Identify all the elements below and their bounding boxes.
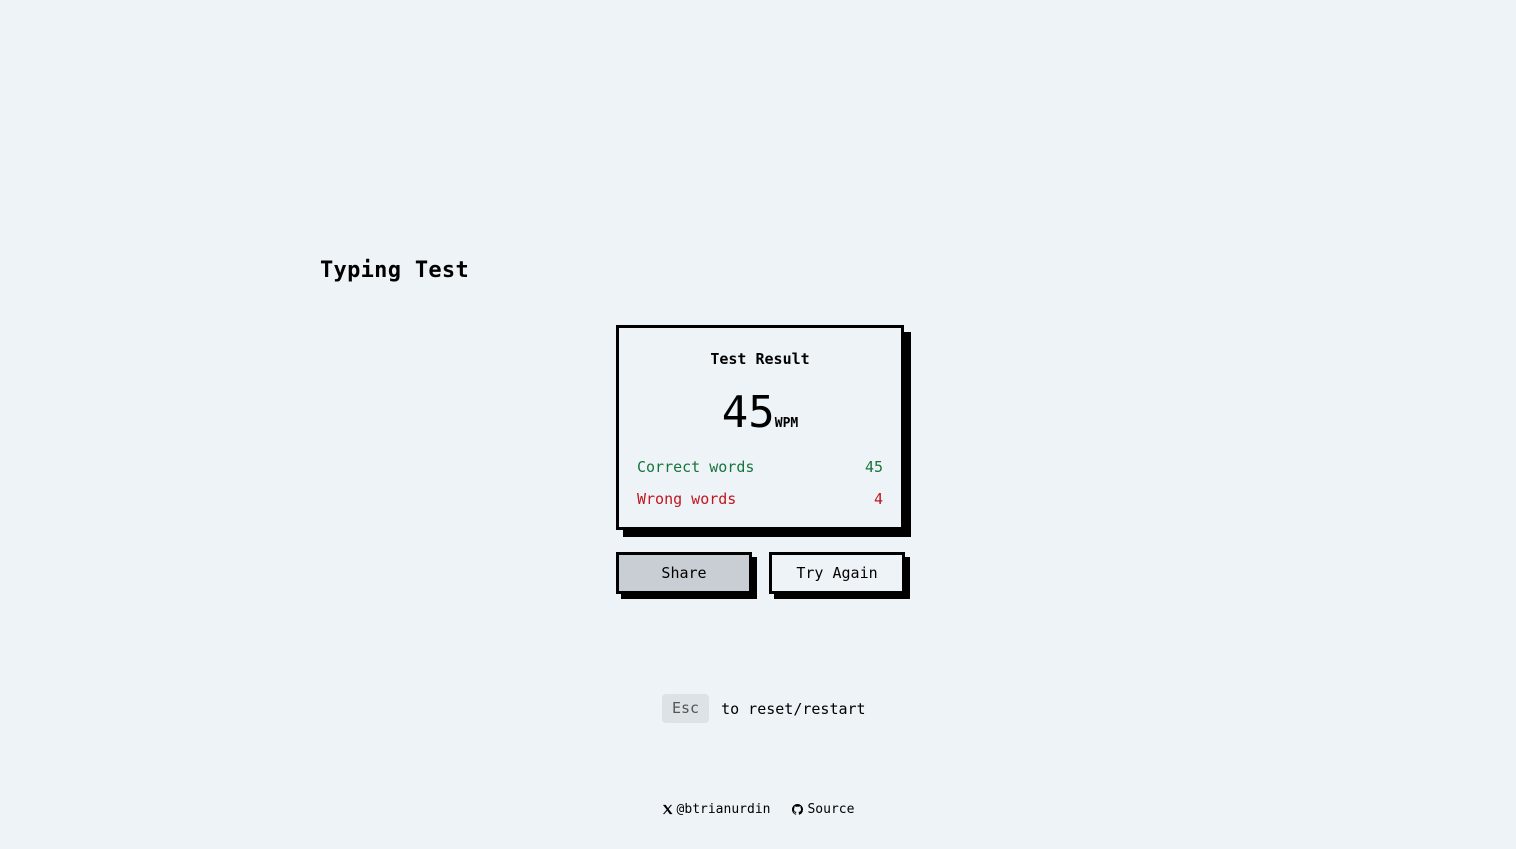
reset-hint-text: to reset/restart [721, 699, 866, 718]
footer: @btrianurdin Source [0, 802, 1516, 817]
source-link[interactable]: Source [792, 802, 854, 817]
wpm-unit: WPM [774, 416, 799, 431]
try-again-button[interactable]: Try Again [769, 552, 905, 594]
x-logo-icon [662, 804, 673, 815]
twitter-link[interactable]: @btrianurdin [662, 802, 771, 817]
wrong-words-row: Wrong words 4 [637, 490, 883, 508]
share-button[interactable]: Share [616, 552, 752, 594]
app-title: Typing Test [320, 258, 469, 283]
result-title: Test Result [710, 350, 810, 368]
wrong-words-value: 4 [873, 490, 883, 508]
page: Typing Test Test Result 45WPM Correct wo… [0, 0, 1516, 849]
github-icon [792, 804, 804, 815]
wrong-words-label: Wrong words [637, 490, 737, 508]
result-card: Test Result 45WPM Correct words 45 Wrong… [616, 325, 904, 530]
twitter-handle: @btrianurdin [676, 802, 771, 817]
correct-words-label: Correct words [637, 458, 755, 476]
correct-words-row: Correct words 45 [637, 458, 883, 476]
wpm-display: 45WPM [619, 388, 901, 438]
esc-key-badge: Esc [662, 694, 710, 723]
wpm-value: 45 [721, 387, 775, 438]
correct-words-value: 45 [864, 458, 883, 476]
source-label: Source [807, 802, 855, 817]
reset-hint: Esc to reset/restart [662, 694, 866, 723]
